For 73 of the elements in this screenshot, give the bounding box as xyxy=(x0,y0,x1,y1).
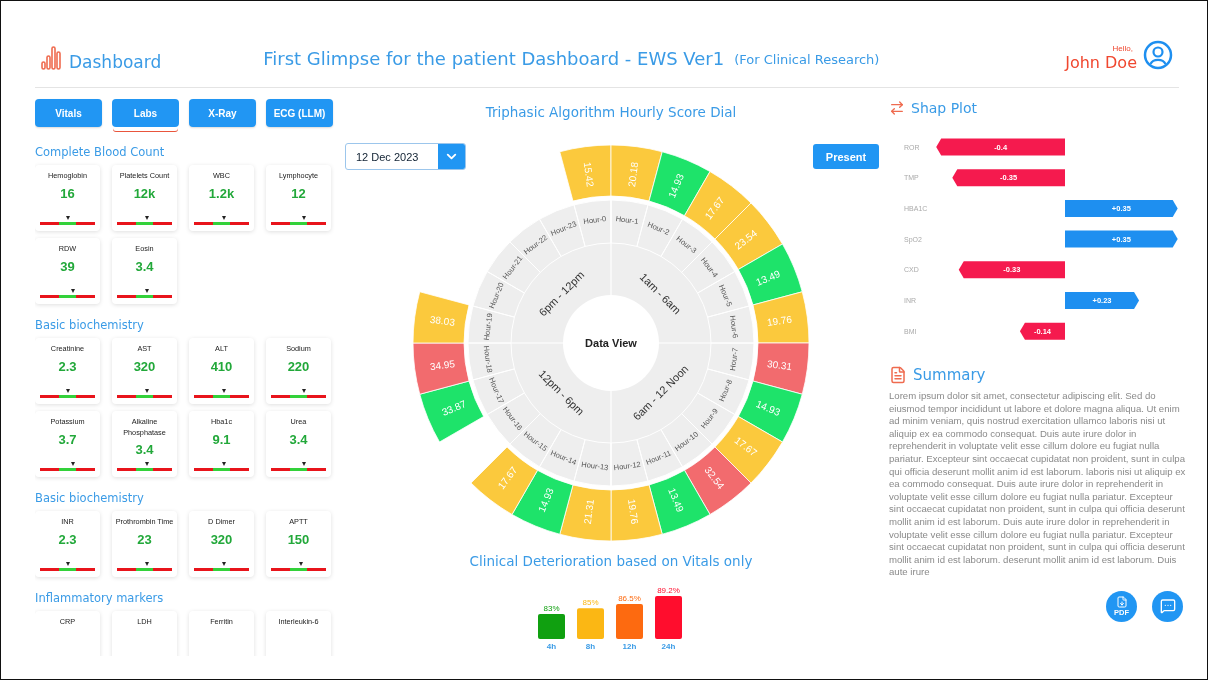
bar-category-label: 8h xyxy=(585,642,596,651)
score-segment[interactable] xyxy=(752,291,810,344)
app-title: Dashboard xyxy=(69,52,162,72)
segment-value: 19.76 xyxy=(766,313,793,328)
test-value: 410 xyxy=(210,358,233,374)
test-value: 9.1 xyxy=(212,431,231,447)
center-label: Data View xyxy=(585,337,637,349)
segment-value: 21.31 xyxy=(581,498,596,525)
test-value: 1.2k xyxy=(208,185,235,201)
test-value: 3.7 xyxy=(58,431,77,447)
segment-value: 14.93 xyxy=(536,486,556,514)
segment-value: 13.49 xyxy=(666,486,686,514)
date-dropdown[interactable]: 12 Dec 2023 xyxy=(345,143,466,170)
bar-category-label: 24h xyxy=(661,642,676,651)
test-value: 2.3 xyxy=(58,531,77,547)
segment-value: 30.31 xyxy=(766,358,793,373)
score-segment[interactable] xyxy=(559,144,612,202)
chart-title: Clinical Deterioration based on Vitals only xyxy=(469,553,753,569)
test-value: 3.4 xyxy=(135,258,154,274)
greeting: Hello, xyxy=(1112,44,1133,53)
test-value: 16 xyxy=(60,185,75,201)
bar-value-label: 85% xyxy=(582,598,599,608)
user-name: John Doe xyxy=(1065,53,1137,72)
score-segment[interactable] xyxy=(412,342,470,395)
segment-value: 13.49 xyxy=(754,268,782,288)
score-segment[interactable] xyxy=(752,342,810,395)
test-value: 3.4 xyxy=(289,431,308,447)
test-value: 23 xyxy=(137,531,152,547)
bar-value-label: 89.2% xyxy=(657,586,680,596)
document-icon xyxy=(889,366,907,384)
test-value: 150 xyxy=(287,531,310,547)
score-segment[interactable] xyxy=(412,291,470,344)
chat-button[interactable] xyxy=(1152,590,1183,622)
user-avatar-icon[interactable] xyxy=(1143,40,1173,70)
segment-value: 14.93 xyxy=(666,172,686,200)
test-value: 2.3 xyxy=(58,358,77,374)
segment-value: 15.42 xyxy=(581,161,596,188)
shap-bar xyxy=(1019,322,1065,340)
score-segment[interactable] xyxy=(559,484,612,542)
test-value: 320 xyxy=(133,358,156,374)
bar-category-label: 4h xyxy=(546,642,557,651)
section-title: Inflammatory markers xyxy=(35,591,165,605)
score-segment[interactable] xyxy=(610,484,663,542)
score-segment[interactable] xyxy=(419,380,485,443)
chat-icon xyxy=(1159,598,1176,615)
score-segment[interactable] xyxy=(610,144,663,202)
swap-arrows-icon xyxy=(889,100,905,116)
segment-value: 14.93 xyxy=(754,398,782,418)
test-value: 3.4 xyxy=(135,442,154,458)
bar-category-label: 12h xyxy=(622,642,637,651)
segment-value: 34.95 xyxy=(429,358,456,373)
download-icon xyxy=(1115,595,1128,608)
page-headline: First Glimpse for the patient Dashboard - EWS Ver1 xyxy=(263,47,725,69)
bar-value-label: 86.5% xyxy=(618,593,641,603)
bar-chart-logo-icon xyxy=(41,46,63,70)
test-value: 12k xyxy=(133,185,156,201)
segment-value: 20.18 xyxy=(626,161,641,188)
segment-value: 38.03 xyxy=(429,313,456,328)
segment-value: 19.76 xyxy=(626,498,641,525)
test-value: 39 xyxy=(60,258,75,274)
test-value: 320 xyxy=(210,531,233,547)
section-title: Complete Blood Count xyxy=(35,145,166,159)
panel-title: Shap Plot xyxy=(911,100,978,116)
panel-title: Summary xyxy=(913,366,986,384)
test-value: 12 xyxy=(291,185,306,201)
segment-value: 33.87 xyxy=(440,398,468,418)
test-value: 220 xyxy=(287,358,310,374)
dial-title: Triphasic Algorithm Hourly Score Dial xyxy=(485,104,737,120)
bar-value-label: 83% xyxy=(543,604,560,614)
headline-note: (For Clinical Research) xyxy=(734,52,880,67)
summary-text: Lorem ipsum dolor sit amet, consectetur adipiscing elit. Sed do eiusmod tempor incididunt ut labore et dolore magna aliqua. Ut enim ad minim veniam, quis nostrud exercitation ullamco laboris nisi ut aliquip ex ea commodo consequat. Duis aute irure dolor in reprehenderit in voluptate velit esse cillum dolore eu fugiat nulla pariatur. Excepteur sint occaecat cupidatat non proident, sunt in culpa qui officia deserunt mollit anim id est laborum. laboris nisi ut aliquip ex ea commodo consequat. Duis aute irure dolor in reprehenderit in voluptate velit esse cillum dolore eu fugiat nulla pariatur. Excepteur sint occaecat cupidatat non proident, sunt in culpa qui officia deserunt mollit anim id est laborum. Duis aute irure dolor in reprehenderit in voluptate velit esse cillum dolore eu fugiat nulla pariatur. Excepteur sint occaecat cupidatat non proident, sunt in culpa qui officia deserunt mollit anim id est laborum. deserunt mollit anim id est laborum. Duis aute irure xyxy=(889,390,1187,579)
section-title: Basic biochemistry xyxy=(35,318,145,332)
section-title: Basic biochemistry xyxy=(35,491,145,505)
